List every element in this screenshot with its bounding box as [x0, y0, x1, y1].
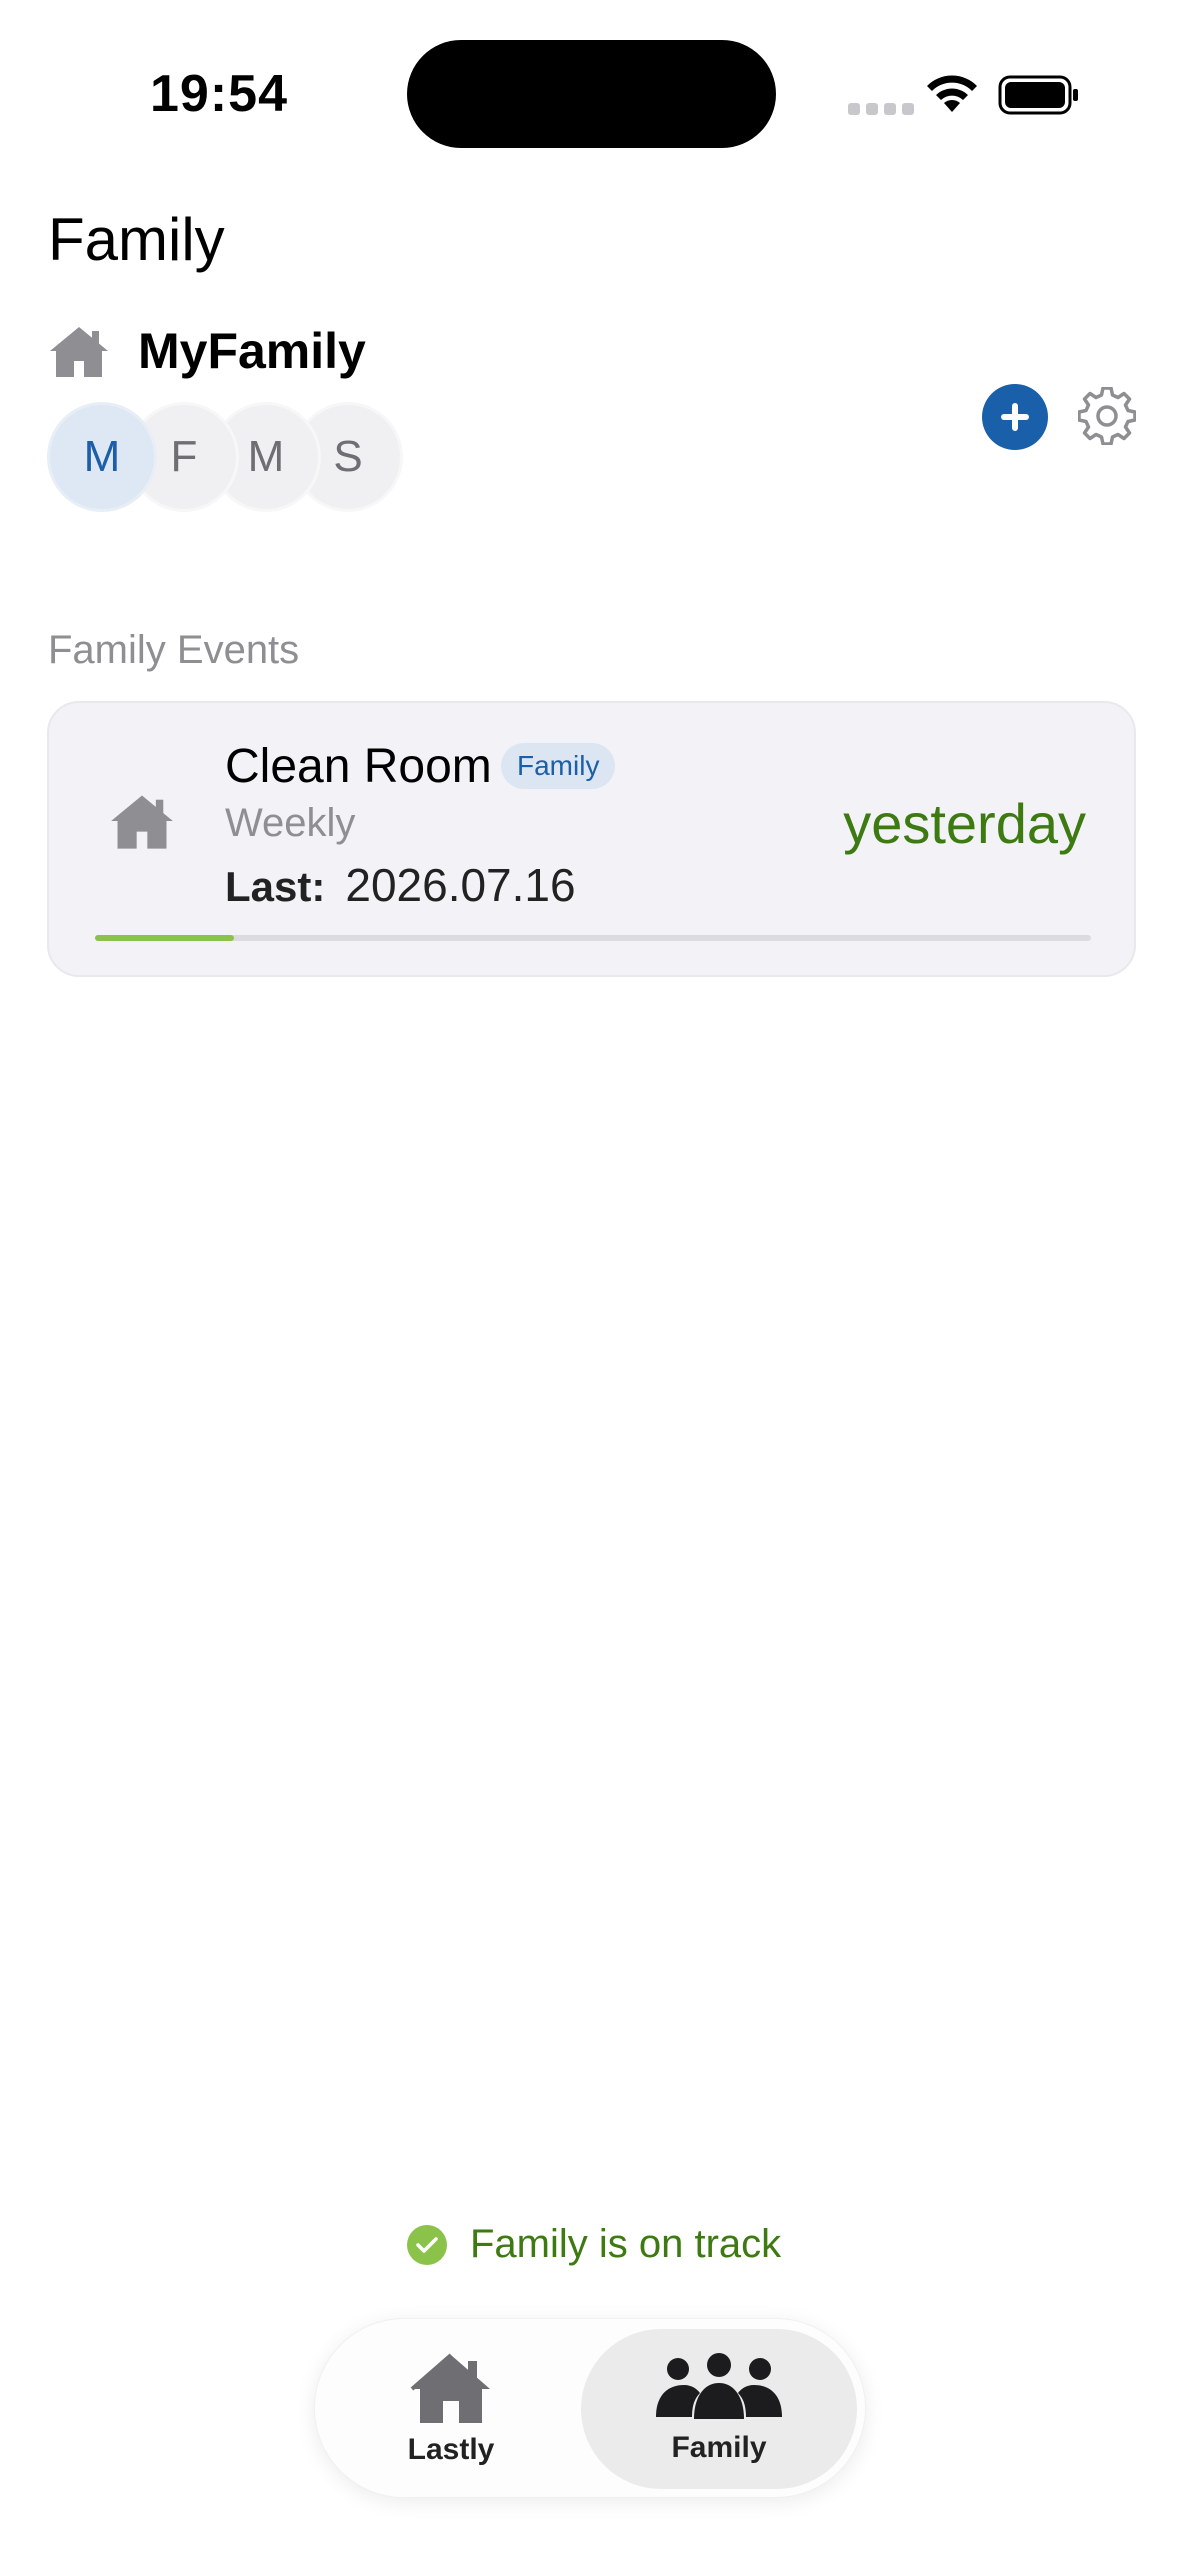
- member-avatars[interactable]: M F M S: [47, 402, 407, 512]
- event-card[interactable]: Clean Room Family Weekly Last: 2026.07.16…: [47, 701, 1136, 977]
- section-title: Family Events: [48, 628, 300, 672]
- status-time: 19:54: [150, 65, 288, 123]
- gear-icon[interactable]: [1078, 387, 1136, 445]
- track-status-text: Family is on track: [470, 2222, 782, 2266]
- last-label: Last:: [225, 863, 326, 910]
- tab-family[interactable]: Family: [581, 2329, 857, 2489]
- add-event-button[interactable]: [982, 384, 1048, 450]
- tab-label: Family: [671, 2431, 767, 2464]
- event-tag-badge: Family: [501, 743, 616, 789]
- last-date: 2026.07.16: [345, 859, 576, 911]
- track-status: Family is on track: [406, 2222, 781, 2267]
- people-icon: [656, 2353, 782, 2419]
- avatar[interactable]: M: [47, 402, 157, 512]
- tab-label: Lastly: [407, 2433, 495, 2466]
- event-name: Clean Room: [225, 740, 492, 793]
- home-icon: [111, 795, 173, 849]
- home-icon: [50, 327, 108, 377]
- event-progress-fill: [95, 935, 235, 941]
- tab-bar: Lastly Family: [314, 2318, 866, 2498]
- event-frequency: Weekly: [225, 801, 356, 845]
- family-header: MyFamily: [48, 322, 366, 380]
- event-progress-bar: [95, 935, 1091, 941]
- dynamic-island: [407, 40, 776, 148]
- family-name: MyFamily: [138, 323, 366, 379]
- event-relative-time: yesterday: [843, 792, 1086, 855]
- page-title: Family: [48, 206, 225, 273]
- wifi-icon: [927, 75, 977, 112]
- home-icon: [410, 2353, 490, 2423]
- check-circle-icon: [407, 2224, 447, 2265]
- tab-lastly[interactable]: Lastly: [325, 2329, 577, 2489]
- plus-icon: [1001, 403, 1029, 431]
- cellular-signal-icon: [848, 103, 914, 115]
- event-last-done: Last: 2026.07.16: [225, 858, 576, 912]
- battery-icon: [998, 75, 1078, 115]
